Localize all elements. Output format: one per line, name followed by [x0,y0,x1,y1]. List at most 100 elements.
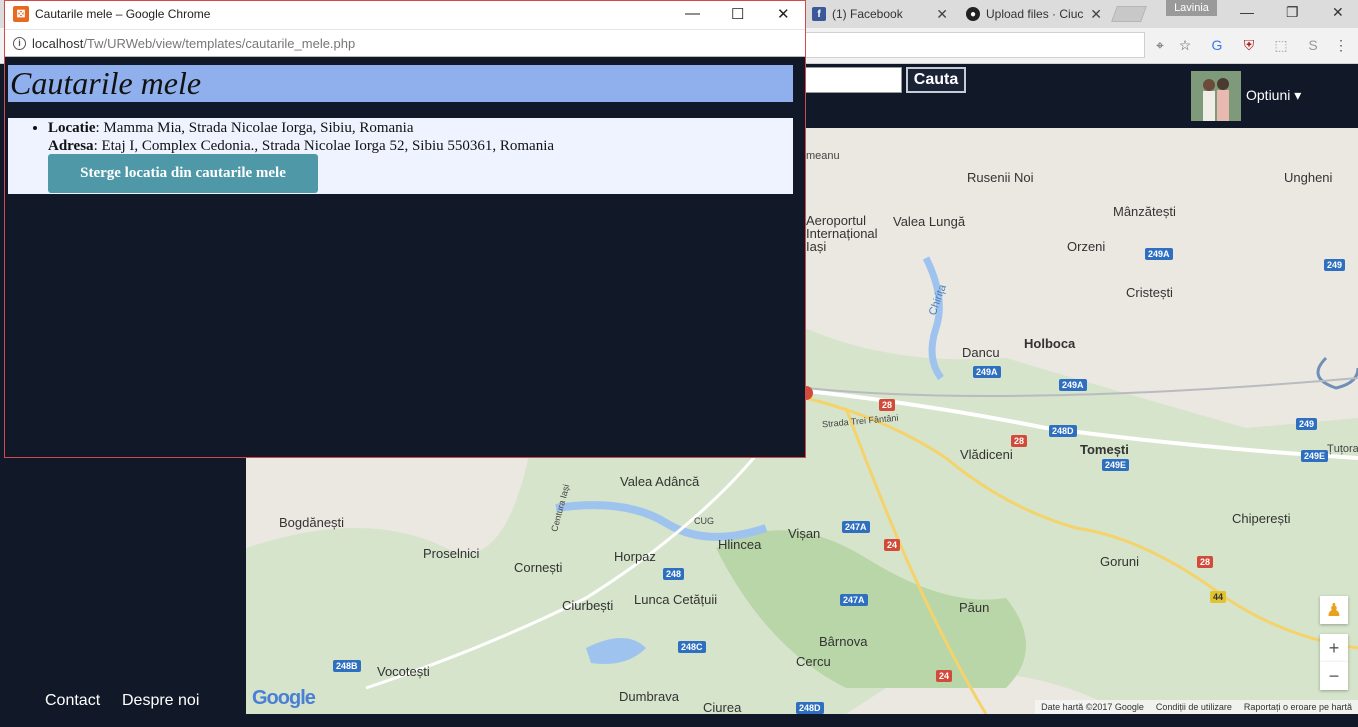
new-tab-button[interactable] [1111,6,1147,22]
map-label: Lunca Cetățuii [634,592,718,607]
close-icon[interactable]: ✕ [777,5,790,23]
restore-icon[interactable]: ❐ [1286,4,1299,21]
map-label: Ciurea [703,700,742,714]
tab-facebook[interactable]: f (1) Facebook ✕ [806,0,956,28]
road-shield: 249E [1102,459,1130,471]
pdf-extension-icon[interactable]: ⬚ [1273,37,1289,53]
map-label: Țuțora [1327,443,1358,455]
footer-link-contact[interactable]: Contact [45,692,100,710]
map-label: Dancu [962,345,1000,360]
map-label: Proselnici [423,546,480,561]
minimize-icon[interactable]: — [685,5,700,22]
address-value: : Etaj I, Complex Cedonia., Strada Nicol… [93,138,555,154]
xampp-icon: ⊠ [13,6,29,22]
report-error-link[interactable]: Raportați o eroare pe hartă [1244,702,1352,712]
road-shield: 28 [1197,556,1214,568]
map-label: Holboca [1024,336,1076,351]
close-icon[interactable]: ✕ [936,6,948,23]
skype-extension-icon[interactable]: S [1305,37,1321,53]
map-label: Ciurbești [562,598,614,613]
road-shield: 248 [663,568,685,580]
map-attribution: Date hartă ©2017 Google Condiții de util… [1035,700,1358,714]
window-title: Cautarile mele – Google Chrome [35,7,211,21]
map-label: Chiperești [1232,511,1291,526]
tab-github[interactable]: ● Upload files · Ciuc ✕ [960,0,1110,28]
info-icon[interactable]: i [13,37,26,50]
map-label: Orzeni [1067,239,1106,254]
map-label: Bârnova [819,634,868,649]
road-shield: 248C [678,641,706,653]
map-label: Horpaz [614,549,656,564]
profile-name[interactable]: Lavinia [1166,0,1217,16]
road-shield: 28 [879,399,896,411]
street-view-pegman-icon[interactable]: ♟ [1320,596,1348,624]
bookmark-star-icon[interactable]: ☆ [1177,37,1193,53]
zoom-out-button[interactable]: − [1320,662,1348,690]
url-path: /Tw/URWeb/view/templates/cautarile_mele.… [83,36,356,51]
map-label: Valea Adâncă [620,474,700,489]
maximize-icon[interactable]: ☐ [731,5,744,23]
ublock-extension-icon[interactable]: ⛨ [1241,37,1257,53]
road-shield: 44 [1210,591,1227,603]
minimize-icon[interactable]: — [1240,4,1254,20]
location-icon[interactable]: ⌖ [1152,37,1168,53]
github-icon: ● [966,7,980,21]
menu-icon[interactable]: ⋮ [1333,37,1349,53]
zoom-in-button[interactable]: + [1320,634,1348,662]
bottom-strip [0,714,1358,727]
popup-title-bar[interactable]: ⊠ Cautarile mele – Google Chrome — ☐ ✕ [5,1,805,29]
map-label: Dumbrava [619,689,679,704]
road-shield: 24 [936,670,953,682]
road-shield: 249 [1324,259,1346,271]
road-shield: 249 [1296,418,1318,430]
footer-link-about[interactable]: Despre noi [122,692,199,710]
road-shield: 247A [840,594,868,606]
map-label: Păun [959,600,990,615]
popup-address-bar[interactable]: i localhost/Tw/URWeb/view/templates/caut… [5,29,805,57]
avatar-photo [1191,71,1241,121]
map-data-credit: Date hartă ©2017 Google [1041,702,1144,712]
map-label: Valea Lungă [893,214,966,229]
road-shield: 248D [1049,425,1077,437]
map-label: Cercu [796,654,831,669]
url-host: localhost [32,36,84,51]
road-shield: 248B [333,660,361,672]
delete-location-button[interactable]: Sterge locatia din cautarile mele [48,154,318,193]
map-label: Rusenii Noi [967,170,1034,185]
map-label: Vlădiceni [960,447,1013,462]
map-label: Tomești [1080,442,1129,457]
road-shield: 24 [884,539,901,551]
map-label: Hlincea [718,537,762,552]
map-label: Cornești [514,560,563,575]
map-label: Vișan [788,526,821,541]
close-window-icon[interactable]: ✕ [1332,4,1344,21]
avatar[interactable] [1191,71,1241,121]
map-label: Cristești [1126,285,1173,300]
search-input[interactable] [800,67,902,93]
road-shield: 28 [1011,435,1028,447]
road-shield: 247A [842,521,870,533]
background-address-bar[interactable] [800,32,1145,58]
facebook-icon: f [812,7,826,21]
road-shield: 249A [1145,248,1173,260]
translate-extension-icon[interactable]: G [1209,37,1225,53]
map-label: Mânzătești [1113,204,1176,219]
search-button[interactable]: Cauta [906,67,966,93]
address-label: Adresa [48,138,94,154]
tab-label: (1) Facebook [832,7,903,21]
left-sidebar [0,457,246,714]
location-value: : Mamma Mia, Strada Nicolae Iorga, Sibiu… [95,120,414,136]
terms-link[interactable]: Condiții de utilizare [1156,702,1232,712]
options-dropdown[interactable]: Optiuni ▾ [1246,87,1301,104]
list-item: Locatie: Mamma Mia, Strada Nicolae Iorga… [48,119,554,155]
url-text[interactable]: localhost/Tw/URWeb/view/templates/cautar… [32,36,355,51]
tab-label: Upload files · Ciuc [986,7,1084,21]
map-label: Goruni [1100,554,1140,569]
desktop: f (1) Facebook ✕ ● Upload files · Ciuc ✕… [0,0,1358,727]
map-label: Bogdănești [279,515,345,530]
road-shield: 249E [1301,450,1329,462]
road-shield: 248D [796,702,824,714]
road-shield: 249A [973,366,1001,378]
close-icon[interactable]: ✕ [1090,6,1102,23]
map-label: Aeroportul Internațional Iași [806,213,878,254]
